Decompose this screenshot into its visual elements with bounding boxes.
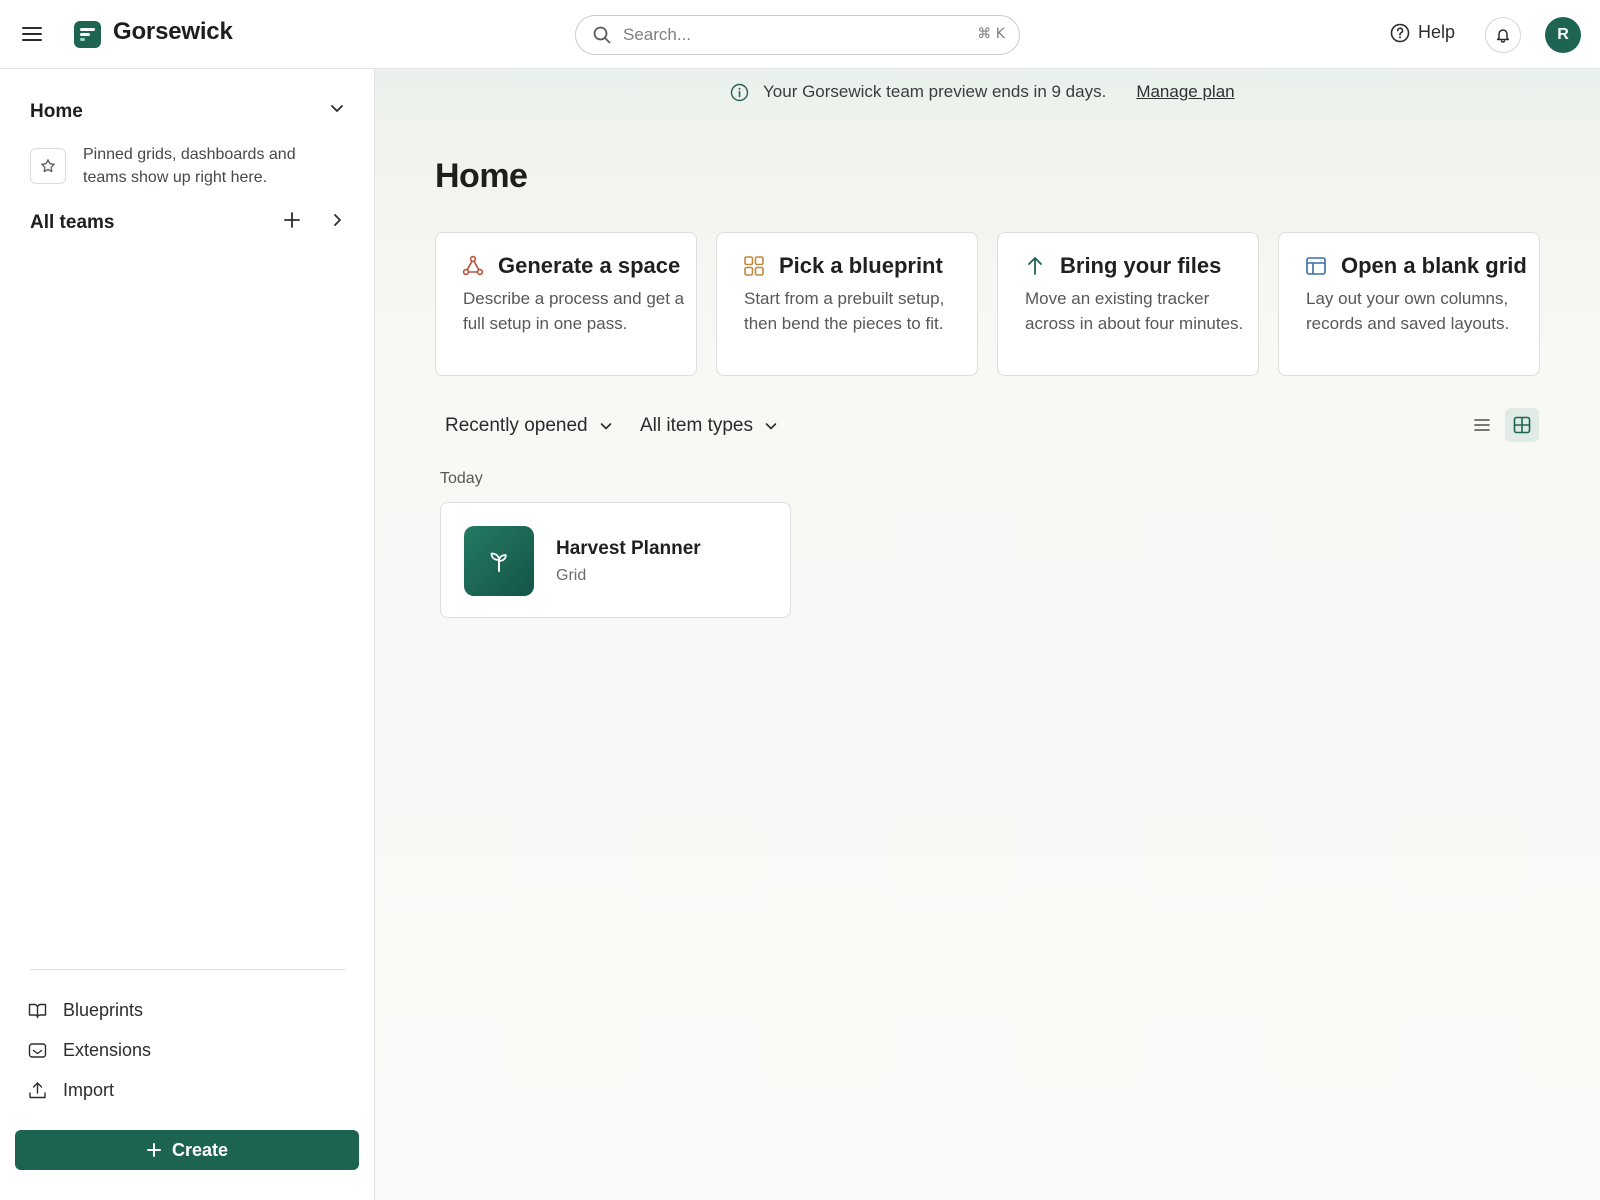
sidebar-divider (30, 969, 345, 970)
section-label-today: Today (440, 470, 483, 487)
sort-label: Recently opened (445, 415, 588, 436)
avatar[interactable]: R (1545, 17, 1581, 53)
search-box[interactable]: ⌘ K (575, 15, 1020, 55)
star-icon (30, 148, 66, 184)
card-generate-space[interactable]: Generate a space Describe a process and … (435, 232, 697, 376)
card-bring-files[interactable]: Bring your files Move an existing tracke… (997, 232, 1259, 376)
extensions-icon (28, 1043, 47, 1058)
sidebar-item-label: Extensions (63, 1040, 152, 1060)
create-button[interactable]: Create (15, 1130, 359, 1170)
upload-icon (29, 1082, 46, 1099)
card-pick-blueprint[interactable]: Pick a blueprint Start from a prebuilt s… (716, 232, 978, 376)
search-shortcut: ⌘ K (977, 26, 1005, 42)
item-card-harvest-planner[interactable]: Harvest Planner Grid (440, 502, 791, 618)
help-label: Help (1418, 22, 1456, 42)
manage-plan-link[interactable]: Manage plan (1136, 82, 1234, 102)
card-description: Move an existing tracker across in about… (1025, 289, 1244, 333)
book-icon (28, 1003, 47, 1019)
logo-icon (74, 21, 101, 48)
grid-view-button[interactable] (1505, 408, 1539, 442)
card-description: Start from a prebuilt setup, then bend t… (744, 289, 945, 333)
plus-icon (146, 1143, 161, 1157)
list-icon (1474, 419, 1490, 431)
search-input[interactable] (623, 22, 953, 48)
card-title: Bring your files (1060, 253, 1222, 278)
item-name: Harvest Planner (556, 538, 701, 559)
type-filter-label: All item types (640, 415, 753, 436)
banner-text: Your Gorsewick team preview ends in 9 da… (763, 82, 1107, 101)
sidebar-item-label: Blueprints (63, 1000, 144, 1020)
bell-icon (1496, 29, 1510, 43)
search-icon (593, 26, 611, 44)
trial-banner: Your Gorsewick team preview ends in 9 da… (730, 82, 1235, 102)
sidebar-item-blueprints[interactable]: Blueprints (28, 1000, 143, 1021)
card-blank-grid[interactable]: Open a blank grid Lay out your own colum… (1278, 232, 1540, 376)
card-description: Lay out your own columns, records and sa… (1306, 289, 1510, 333)
layout-icon (1305, 255, 1327, 277)
sidebar-item-label: Import (63, 1080, 115, 1100)
sidebar-home-heading[interactable]: Home (30, 101, 83, 123)
blueprint-grid-icon (743, 255, 765, 277)
card-description: Describe a process and get a full setup … (463, 289, 685, 333)
top-bar: Gorsewick ⌘ K Help R (0, 0, 1600, 69)
chevron-down-icon (765, 423, 777, 430)
page-title: Home (435, 157, 528, 195)
chevron-down-icon (600, 423, 611, 430)
chevron-down-icon[interactable] (328, 99, 346, 117)
sidebar: Home Pinned grids, dashboards and teams … (0, 69, 375, 1200)
grid-icon (1513, 416, 1531, 434)
sidebar-item-extensions[interactable]: Extensions (28, 1040, 151, 1061)
list-view-button[interactable] (1465, 408, 1499, 442)
notifications-button[interactable] (1485, 17, 1521, 53)
info-icon (730, 83, 749, 101)
type-filter-dropdown[interactable]: All item types (640, 415, 779, 437)
menu-icon[interactable] (20, 22, 44, 46)
sort-dropdown[interactable]: Recently opened (445, 415, 614, 437)
card-title: Open a blank grid (1341, 253, 1527, 278)
nodes-icon (462, 255, 484, 277)
card-title: Generate a space (498, 253, 681, 278)
create-label: Create (171, 1139, 229, 1160)
pinned-hint: Pinned grids, dashboards and teams show … (83, 146, 296, 186)
app-name[interactable]: Gorsewick (113, 18, 233, 46)
help-button[interactable]: Help (1390, 22, 1455, 43)
arrow-up-icon (1024, 255, 1046, 277)
sidebar-item-import[interactable]: Import (28, 1080, 114, 1101)
add-team-icon[interactable] (282, 210, 302, 230)
main-content: Your Gorsewick team preview ends in 9 da… (375, 69, 1600, 1200)
help-icon (1390, 23, 1410, 42)
sprout-icon (464, 526, 534, 596)
item-type: Grid (556, 567, 587, 584)
card-title: Pick a blueprint (779, 253, 943, 278)
chevron-right-icon[interactable] (328, 210, 346, 230)
all-teams-heading[interactable]: All teams (30, 212, 114, 234)
